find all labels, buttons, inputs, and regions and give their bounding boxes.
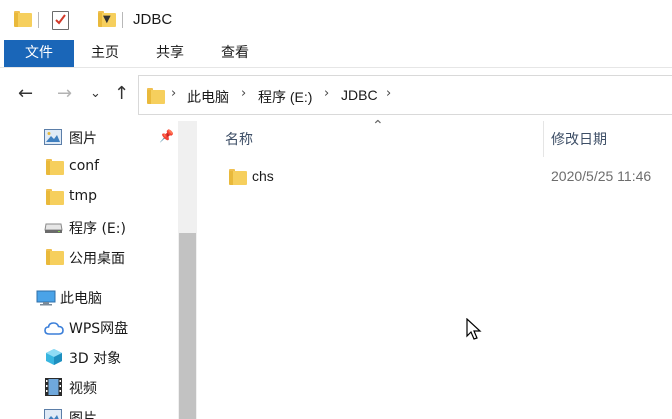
nav-item-label: 图片 — [69, 411, 97, 419]
nav-item-pictures[interactable]: 图片 📌 — [0, 122, 178, 152]
up-arrow-icon[interactable]: ↑ — [114, 83, 129, 104]
nav-item-public-desktop[interactable]: 公用桌面 — [0, 242, 178, 272]
folder-icon — [46, 159, 64, 175]
file-list: ⌃ 名称 修改日期 chs 2020/5/25 11:46 — [197, 118, 672, 419]
file-name: chs — [252, 168, 274, 184]
folder-icon — [46, 249, 64, 265]
window-title: JDBC — [133, 11, 173, 28]
nav-item-this-pc[interactable]: 此电脑 — [0, 282, 178, 312]
3d-objects-icon — [45, 348, 63, 370]
drive-icon — [44, 222, 63, 238]
chevron-right-icon[interactable]: › — [324, 86, 329, 101]
nav-item-tmp[interactable]: tmp — [0, 182, 178, 212]
folder-icon — [147, 88, 165, 104]
recent-locations-chevron-icon[interactable]: ⌄ — [90, 86, 101, 101]
chevron-right-icon[interactable]: › — [171, 86, 176, 101]
tab-view[interactable]: 查看 — [221, 40, 249, 67]
cloud-icon — [44, 321, 64, 339]
customize-toolbar-dropdown-icon[interactable]: ▼ — [103, 14, 111, 25]
chevron-right-icon[interactable]: › — [386, 86, 391, 101]
folder-icon — [229, 169, 247, 185]
mouse-cursor-icon — [466, 317, 482, 346]
nav-item-label: 公用桌面 — [69, 251, 125, 267]
nav-item-wps-cloud[interactable]: WPS网盘 — [0, 312, 178, 342]
nav-item-label: conf — [69, 158, 100, 174]
address-bar[interactable]: › 此电脑 › 程序 (E:) › JDBC › — [138, 75, 672, 115]
pictures-icon — [44, 409, 62, 419]
nav-item-conf[interactable]: conf — [0, 152, 178, 182]
nav-item-pictures-2[interactable]: 图片 — [0, 402, 178, 419]
nav-item-label: 视频 — [69, 381, 97, 397]
chevron-right-icon[interactable]: › — [241, 86, 246, 101]
ribbon-tabs: 文件 主页 共享 查看 — [0, 40, 672, 68]
nav-item-label: 程序 (E:) — [69, 221, 126, 237]
properties-check-icon[interactable] — [52, 11, 69, 30]
breadcrumb-this-pc[interactable]: 此电脑 — [187, 87, 229, 107]
back-arrow-icon[interactable]: ← — [18, 83, 33, 104]
nav-item-videos[interactable]: 视频 — [0, 372, 178, 402]
separator — [38, 12, 39, 28]
tab-file[interactable]: 文件 — [4, 40, 74, 67]
navigation-pane: 图片 📌 conf tmp 程序 (E:) 公用桌面 此电脑 WPS网盘 3D … — [0, 121, 197, 419]
nav-item-3d-objects[interactable]: 3D 对象 — [0, 342, 178, 372]
video-icon — [45, 378, 62, 400]
pin-icon[interactable]: 📌 — [159, 129, 174, 143]
tab-share[interactable]: 共享 — [156, 40, 184, 67]
nav-item-label: 此电脑 — [60, 291, 102, 307]
nav-item-label: WPS网盘 — [69, 321, 129, 337]
column-divider[interactable] — [543, 121, 544, 157]
folder-icon — [14, 11, 32, 27]
folder-icon — [46, 189, 64, 205]
list-item[interactable]: chs 2020/5/25 11:46 — [197, 161, 672, 191]
nav-item-label: tmp — [69, 188, 98, 204]
file-modified-date: 2020/5/25 11:46 — [551, 168, 652, 184]
breadcrumb-jdbc[interactable]: JDBC — [341, 87, 378, 103]
nav-item-label: 图片 — [69, 131, 97, 147]
nav-pane-scrollbar[interactable] — [178, 121, 197, 419]
scrollbar-thumb[interactable] — [179, 233, 196, 419]
sort-ascending-icon: ⌃ — [372, 118, 384, 134]
pictures-icon — [44, 129, 62, 149]
forward-arrow-icon[interactable]: → — [57, 83, 72, 104]
separator — [122, 12, 123, 28]
tab-home[interactable]: 主页 — [91, 40, 119, 67]
column-header-modified[interactable]: 修改日期 — [551, 129, 607, 149]
nav-item-drive-e[interactable]: 程序 (E:) — [0, 212, 178, 242]
computer-icon — [36, 290, 56, 310]
nav-item-label: 3D 对象 — [69, 351, 122, 367]
breadcrumb-drive-e[interactable]: 程序 (E:) — [258, 87, 312, 107]
column-header-name[interactable]: 名称 — [225, 129, 253, 149]
title-bar: ▼ JDBC — [0, 0, 672, 40]
